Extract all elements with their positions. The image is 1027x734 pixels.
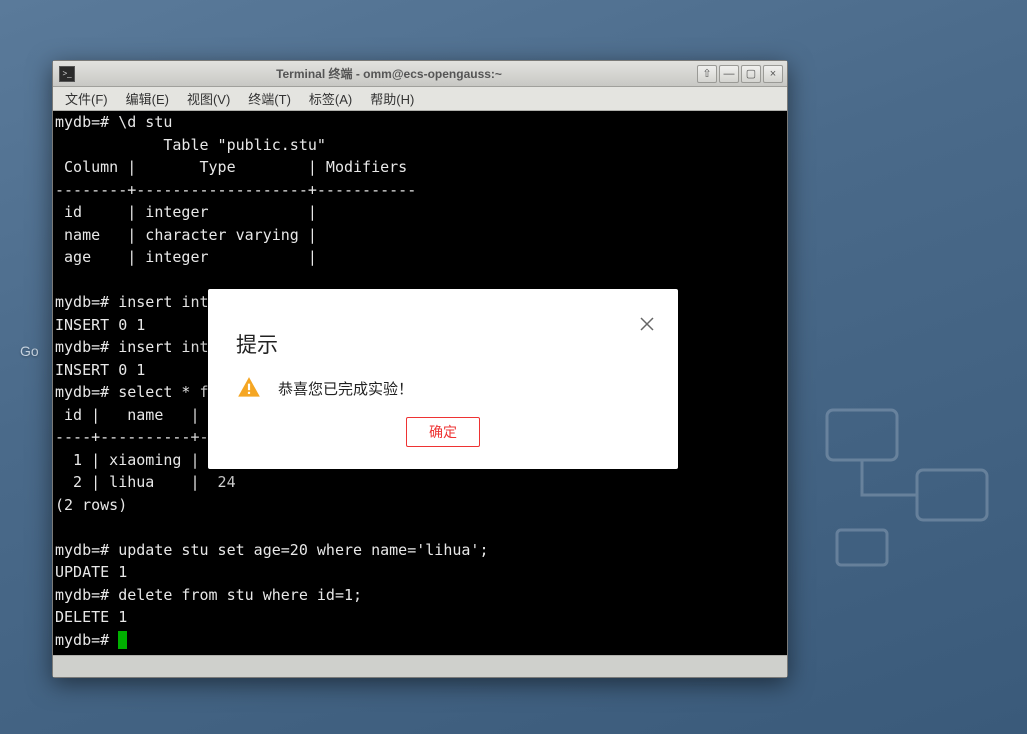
terminal-cursor — [118, 631, 127, 649]
menu-tabs[interactable]: 标签(A) — [301, 87, 360, 110]
maximize-button[interactable]: ▢ — [741, 65, 761, 83]
minimize-button[interactable]: — — [719, 65, 739, 83]
menu-view[interactable]: 视图(V) — [179, 87, 238, 110]
terminal-app-icon — [59, 66, 75, 82]
window-titlebar[interactable]: Terminal 终端 - omm@ecs-opengauss:~ ⇧ — ▢ … — [53, 61, 787, 87]
close-icon — [640, 317, 654, 331]
menu-terminal[interactable]: 终端(T) — [240, 87, 299, 110]
pin-button[interactable]: ⇧ — [697, 65, 717, 83]
menubar: 文件(F) 编辑(E) 视图(V) 终端(T) 标签(A) 帮助(H) — [53, 87, 787, 111]
menu-edit[interactable]: 编辑(E) — [118, 87, 177, 110]
desktop-decoration — [807, 380, 1007, 580]
desktop-background: Go Terminal 终端 - omm@ecs-opengauss:~ ⇧ —… — [0, 0, 1027, 734]
desktop-go-label: Go — [20, 343, 39, 359]
dialog-message: 恭喜您已完成实验！ — [278, 378, 413, 399]
dialog-ok-button[interactable]: 确定 — [406, 417, 480, 447]
menu-help[interactable]: 帮助(H) — [362, 87, 422, 110]
menu-file[interactable]: 文件(F) — [57, 87, 116, 110]
dialog-title: 提示 — [236, 329, 278, 359]
warning-icon — [236, 375, 262, 401]
notice-dialog: 提示 恭喜您已完成实验！ 确定 — [208, 289, 678, 469]
close-window-button[interactable]: × — [763, 65, 783, 83]
dialog-close-button[interactable] — [636, 313, 658, 335]
window-controls: ⇧ — ▢ × — [697, 65, 783, 83]
window-footer — [53, 655, 787, 677]
window-title: Terminal 终端 - omm@ecs-opengauss:~ — [81, 65, 697, 82]
